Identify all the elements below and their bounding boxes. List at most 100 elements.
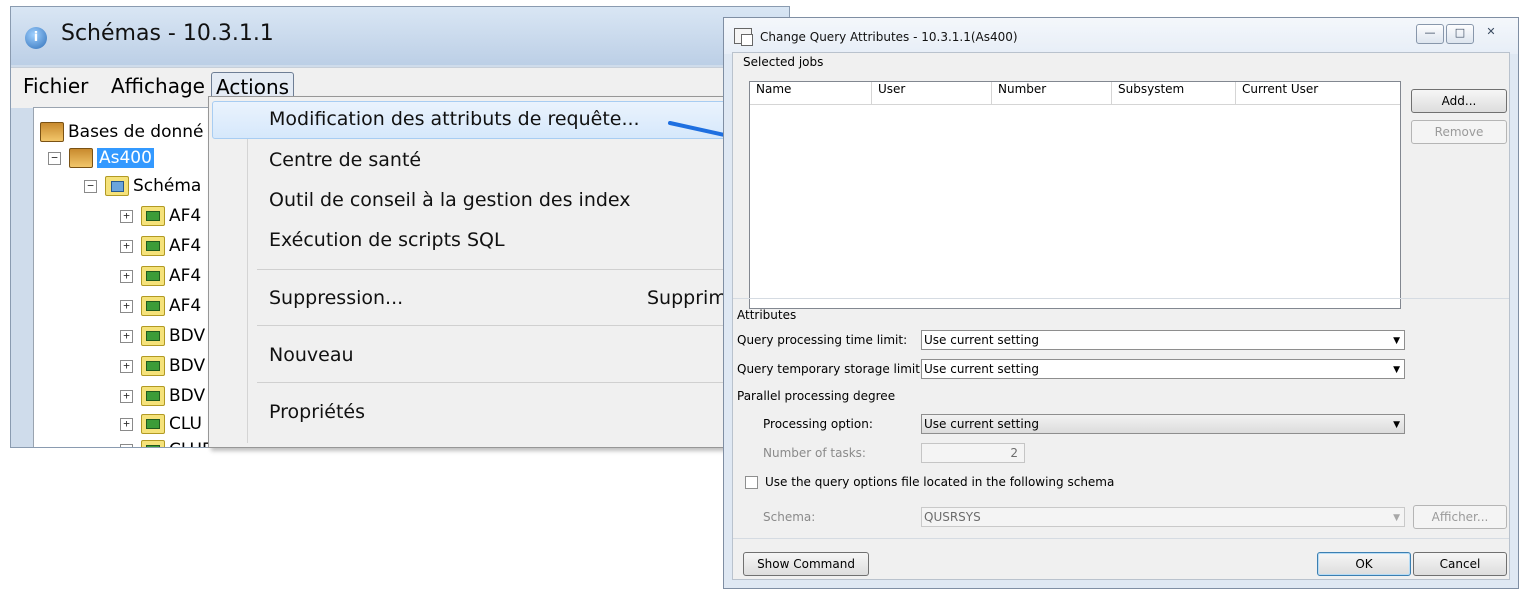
tree-item[interactable]: + AF4 [120, 266, 201, 292]
show-command-button[interactable]: Show Command [743, 552, 869, 576]
collapse-icon[interactable]: − [84, 179, 97, 193]
tree-item-label: AF4 [169, 266, 202, 286]
menu-fichier[interactable]: Fichier [19, 72, 92, 100]
column-header-user[interactable]: User [872, 82, 992, 104]
column-header-name[interactable]: Name [750, 82, 872, 104]
maximize-button[interactable]: □ [1446, 24, 1474, 44]
dropdown-arrow-icon: ▼ [1393, 420, 1400, 430]
schema-icon [141, 414, 165, 434]
schema-icon [141, 440, 165, 447]
database-folder-icon [40, 122, 64, 142]
schema-icon [141, 356, 165, 376]
expand-icon[interactable]: + [120, 389, 133, 403]
number-of-tasks-label: Number of tasks: [763, 446, 866, 460]
options-file-label: Use the query options file located in th… [765, 475, 1115, 489]
attributes-label: Attributes [737, 308, 797, 322]
schema-label: Schema: [763, 510, 816, 524]
expand-icon[interactable]: + [120, 299, 133, 313]
tree-db-label: As400 [97, 148, 154, 168]
expand-icon[interactable]: + [120, 209, 133, 223]
selected-jobs-label: Selected jobs [743, 55, 824, 69]
tree-root[interactable]: Bases de donné [40, 122, 204, 148]
ok-button[interactable]: OK [1317, 552, 1411, 576]
info-icon: i [25, 27, 47, 49]
schema-icon [141, 296, 165, 316]
schemas-titlebar[interactable]: i Schémas - 10.3.1.1 [11, 7, 789, 65]
expand-icon[interactable]: + [120, 417, 133, 431]
menu-separator [257, 382, 743, 383]
menu-gutter [247, 101, 248, 443]
schema-icon [141, 386, 165, 406]
menu-item-delete-shortcut: Supprim [647, 287, 727, 309]
schema-icon [141, 266, 165, 286]
cancel-button[interactable]: Cancel [1413, 552, 1507, 576]
menu-item-delete[interactable]: Suppression... [269, 287, 403, 309]
menu-item-properties[interactable]: Propriétés [269, 401, 365, 423]
expand-icon[interactable]: + [120, 329, 133, 343]
minimize-button[interactable]: — [1416, 24, 1444, 44]
tree-item-label: AF4 [169, 206, 202, 226]
tree-item[interactable]: + AF4 [120, 206, 201, 232]
selected-jobs-table[interactable]: Name User Number Subsystem Current User [749, 81, 1401, 309]
tree-item-label: CLU [169, 414, 202, 434]
time-limit-label: Query processing time limit: [737, 333, 908, 347]
time-limit-select[interactable]: Use current setting ▼ [921, 330, 1405, 350]
tree-item-label: BDV [169, 356, 206, 376]
tree-schemas-node[interactable]: − Schéma [84, 176, 201, 202]
collapse-icon[interactable]: − [48, 151, 61, 165]
dialog-body: Selected jobs Name User Number Subsystem… [732, 52, 1510, 580]
add-button[interactable]: Add... [1411, 89, 1507, 113]
remove-button[interactable]: Remove [1411, 120, 1507, 144]
menu-item-modify-query-attributes[interactable]: Modification des attributs de requête... [269, 108, 640, 130]
tree-item[interactable]: + BDV [120, 386, 205, 412]
tree-item-label: BDV [169, 386, 206, 406]
dialog-titlebar[interactable]: Change Query Attributes - 10.3.1.1(As400… [724, 18, 1518, 54]
menu-item-index-advisor[interactable]: Outil de conseil à la gestion des index [269, 189, 631, 211]
menu-item-new[interactable]: Nouveau [269, 344, 354, 366]
schema-icon [141, 326, 165, 346]
dialog-app-icon [734, 28, 753, 46]
expand-icon[interactable]: + [120, 239, 133, 253]
afficher-button[interactable]: Afficher... [1413, 505, 1507, 529]
tree-item-label: AF4 [169, 296, 202, 316]
tree-root-label: Bases de donné [68, 122, 204, 142]
tree-item[interactable]: + BDV [120, 356, 205, 382]
dropdown-arrow-icon: ▼ [1393, 336, 1400, 346]
parallel-degree-label: Parallel processing degree [737, 389, 896, 403]
column-header-number[interactable]: Number [992, 82, 1112, 104]
expand-icon[interactable]: + [120, 443, 133, 447]
processing-option-select[interactable]: Use current setting ▼ [921, 414, 1405, 434]
menu-separator [257, 325, 743, 326]
window-title: Schémas - 10.3.1.1 [61, 21, 274, 46]
menu-separator [257, 269, 743, 270]
menu-item-health-center[interactable]: Centre de santé [269, 149, 421, 171]
schemas-icon [105, 176, 129, 196]
tree-item[interactable]: + CLU [120, 414, 202, 440]
tree-schemas-label: Schéma [133, 176, 202, 196]
processing-option-label: Processing option: [763, 417, 873, 431]
storage-limit-label: Query temporary storage limit: [737, 362, 924, 376]
column-header-subsystem[interactable]: Subsystem [1112, 82, 1236, 104]
dropdown-arrow-icon: ▼ [1393, 513, 1400, 523]
menu-item-run-sql-scripts[interactable]: Exécution de scripts SQL [269, 229, 505, 251]
tree-item[interactable]: + AF4 [120, 296, 201, 322]
expand-icon[interactable]: + [120, 359, 133, 373]
database-icon [69, 148, 93, 168]
schema-icon [141, 206, 165, 226]
options-file-checkbox[interactable] [745, 476, 758, 489]
schema-value: QUSRSYS [924, 510, 981, 524]
dropdown-arrow-icon: ▼ [1393, 365, 1400, 375]
tree-item[interactable]: + BDV [120, 326, 205, 352]
close-button[interactable]: ✕ [1478, 24, 1504, 42]
storage-limit-value: Use current setting [924, 362, 1039, 376]
expand-icon[interactable]: + [120, 269, 133, 283]
number-of-tasks-field[interactable]: 2 [921, 443, 1025, 463]
schema-select[interactable]: QUSRSYS ▼ [921, 507, 1405, 527]
dialog-title: Change Query Attributes - 10.3.1.1(As400… [760, 30, 1018, 44]
tree-db-node[interactable]: − As400 [48, 148, 154, 174]
column-header-current-user[interactable]: Current User [1236, 82, 1398, 104]
menu-affichage[interactable]: Affichage [107, 72, 209, 100]
tree-item-label: BDV [169, 326, 206, 346]
storage-limit-select[interactable]: Use current setting ▼ [921, 359, 1405, 379]
tree-item[interactable]: + AF4 [120, 236, 201, 262]
